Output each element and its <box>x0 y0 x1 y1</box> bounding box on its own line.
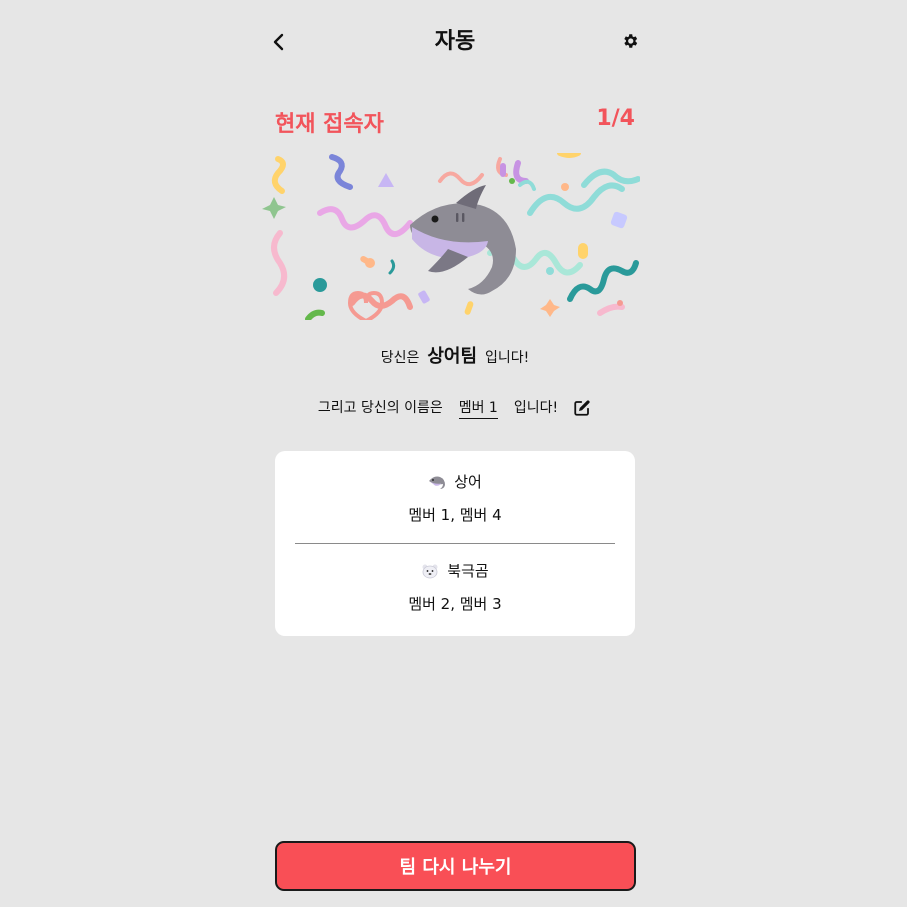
polar-bear-icon <box>421 563 439 579</box>
member-name-text: 그리고 당신의 이름은 멤버 1 입니다! <box>275 396 635 420</box>
team-assignment-text: 당신은 상어팀 입니다! <box>275 344 635 371</box>
gear-icon <box>624 34 638 48</box>
connected-users-row: 현재 접속자 1/4 <box>275 106 635 137</box>
reshuffle-teams-button[interactable]: 팀 다시 나누기 <box>275 841 636 891</box>
connected-users-count: 1/4 <box>596 106 635 131</box>
page-title: 자동 <box>434 29 476 54</box>
shark-icon <box>428 474 446 490</box>
edit-icon <box>574 400 590 416</box>
team-members: 멤버 2, 멤버 3 <box>408 595 502 613</box>
settings-button[interactable] <box>619 30 641 52</box>
team-item-shark: 상어 멤버 1, 멤버 4 <box>275 471 635 526</box>
teams-card: 상어 멤버 1, 멤버 4 북극곰 멤버 2, 멤버 3 <box>275 451 635 636</box>
team-item-polar-bear: 북극곰 멤버 2, 멤버 3 <box>275 560 635 615</box>
edit-name-button[interactable] <box>572 398 592 418</box>
confetti-banner <box>260 150 641 324</box>
team-members: 멤버 1, 멤버 4 <box>408 506 502 524</box>
assigned-team-name: 상어팀 <box>427 346 478 367</box>
confetti-illustration <box>262 150 641 324</box>
team-line-suffix: 입니다! <box>485 350 530 366</box>
team-name: 북극곰 <box>447 562 489 580</box>
connected-users-label: 현재 접속자 <box>275 112 384 137</box>
my-member-name: 멤버 1 <box>458 398 498 419</box>
header: 자동 <box>273 20 638 64</box>
team-line-prefix: 당신은 <box>380 350 420 366</box>
shark-icon <box>410 185 516 295</box>
team-name: 상어 <box>454 473 482 491</box>
divider <box>295 543 615 544</box>
name-line-prefix: 그리고 당신의 이름은 <box>317 400 443 416</box>
app-screen: 자동 현재 접속자 1/4 당신은 상어팀 입니다! 그리고 당신의 이름은 멤… <box>262 0 641 907</box>
name-line-suffix: 입니다! <box>513 400 559 416</box>
